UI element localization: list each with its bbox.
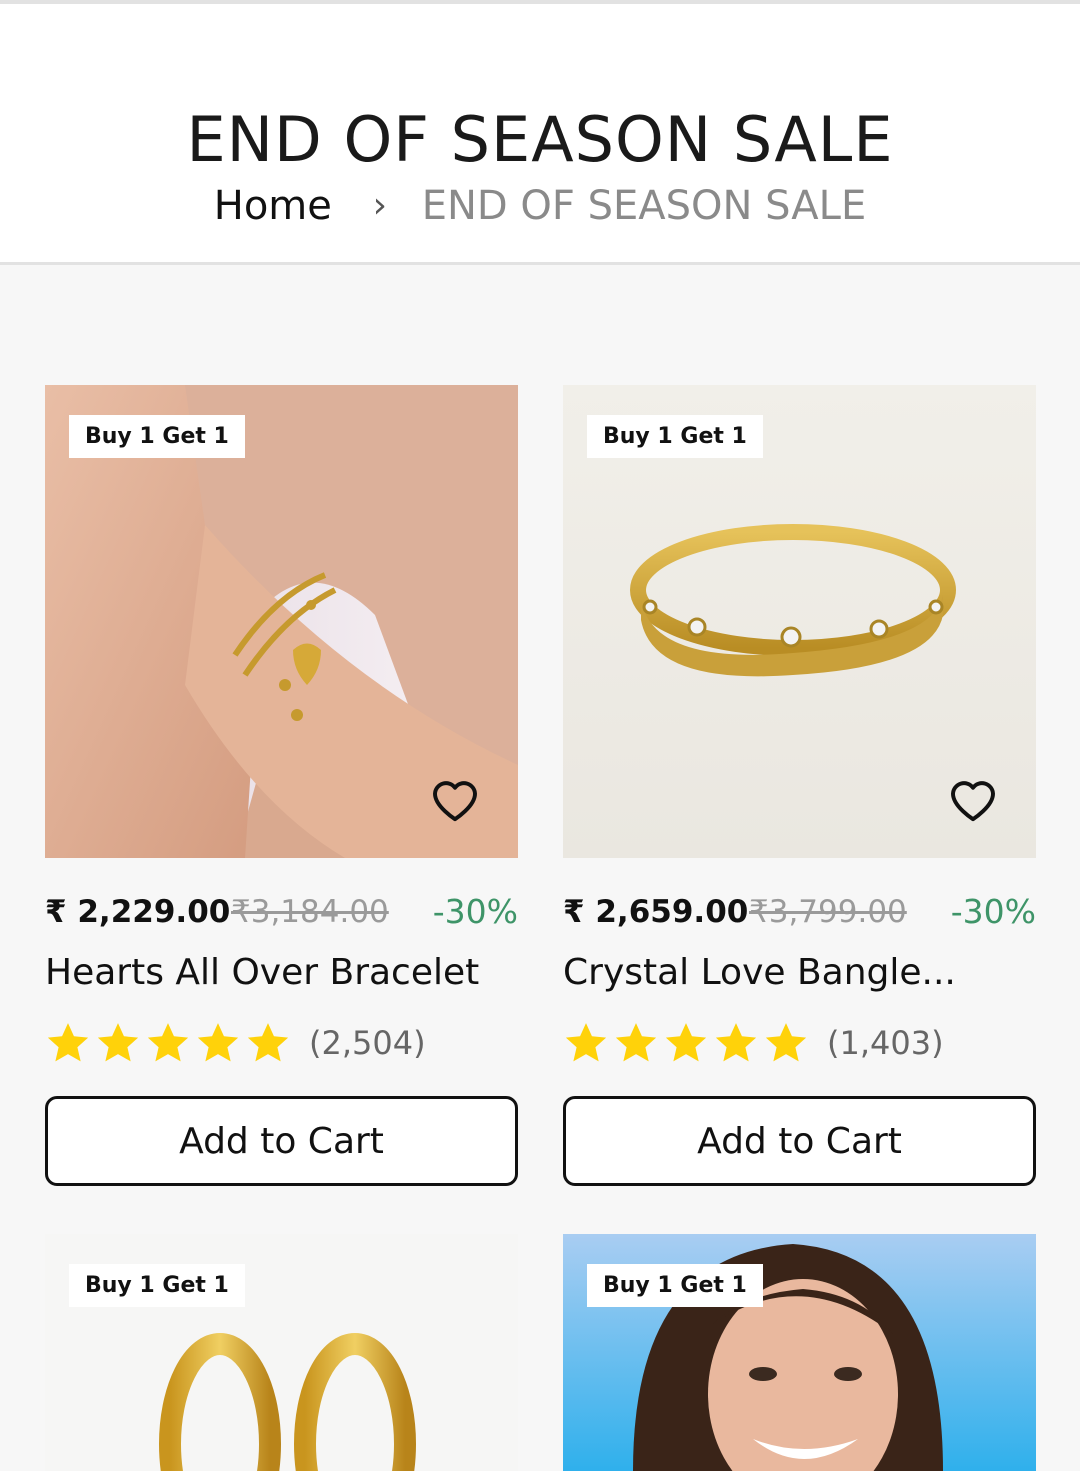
product-image[interactable]: Buy 1 Get 1: [563, 1234, 1036, 1471]
rating-row: (2,504): [45, 1018, 518, 1068]
star-icon: [663, 1020, 709, 1066]
review-count: (1,403): [827, 1024, 944, 1062]
sale-price: ₹ 2,659.00: [563, 894, 749, 930]
review-count: (2,504): [309, 1024, 426, 1062]
original-price: ₹3,799.00: [749, 894, 907, 930]
breadcrumb-current: END OF SEASON SALE: [421, 183, 867, 229]
add-to-cart-button[interactable]: Add to Cart: [563, 1096, 1036, 1186]
star-icon: [45, 1020, 91, 1066]
offer-badge: Buy 1 Get 1: [69, 1264, 245, 1307]
add-to-cart-button[interactable]: Add to Cart: [45, 1096, 518, 1186]
product-card[interactable]: Buy 1 Get 1 ₹ 2,229.00 ₹3,184.00 -30% He…: [45, 385, 518, 1186]
breadcrumb-home-link[interactable]: Home: [214, 183, 332, 229]
star-icon: [613, 1020, 659, 1066]
breadcrumb: Home › END OF SEASON SALE: [0, 180, 1080, 232]
page-title: END OF SEASON SALE: [186, 103, 894, 176]
chevron-right-icon: ›: [372, 185, 387, 226]
sale-price: ₹ 2,229.00: [45, 894, 231, 930]
star-icon: [713, 1020, 759, 1066]
heart-icon[interactable]: [430, 777, 480, 823]
product-card[interactable]: Buy 1 Get 1 ₹ 2,659.00 ₹3,799.00 -30% Cr…: [563, 385, 1036, 1186]
star-icon: [95, 1020, 141, 1066]
star-rating: [563, 1020, 809, 1066]
product-image[interactable]: Buy 1 Get 1: [563, 385, 1036, 858]
product-name-link[interactable]: Crystal Love Bangle...: [563, 948, 1036, 998]
offer-badge: Buy 1 Get 1: [587, 415, 763, 458]
product-image[interactable]: Buy 1 Get 1: [45, 385, 518, 858]
star-icon: [245, 1020, 291, 1066]
discount-percent: -30%: [432, 892, 518, 931]
offer-badge: Buy 1 Get 1: [69, 415, 245, 458]
page-header: END OF SEASON SALE Home › END OF SEASON …: [0, 0, 1080, 265]
product-card[interactable]: Buy 1 Get 1: [563, 1234, 1036, 1471]
price-row: ₹ 2,229.00 ₹3,184.00 -30%: [45, 884, 518, 944]
rating-row: (1,403): [563, 1018, 1036, 1068]
star-rating: [45, 1020, 291, 1066]
product-image[interactable]: Buy 1 Get 1: [45, 1234, 518, 1471]
original-price: ₹3,184.00: [231, 894, 389, 930]
star-icon: [763, 1020, 809, 1066]
product-card[interactable]: Buy 1 Get 1: [45, 1234, 518, 1471]
price-row: ₹ 2,659.00 ₹3,799.00 -30%: [563, 884, 1036, 944]
star-icon: [145, 1020, 191, 1066]
offer-badge: Buy 1 Get 1: [587, 1264, 763, 1307]
star-icon: [195, 1020, 241, 1066]
discount-percent: -30%: [950, 892, 1036, 931]
heart-icon[interactable]: [948, 777, 998, 823]
product-name-link[interactable]: Hearts All Over Bracelet: [45, 948, 518, 998]
star-icon: [563, 1020, 609, 1066]
